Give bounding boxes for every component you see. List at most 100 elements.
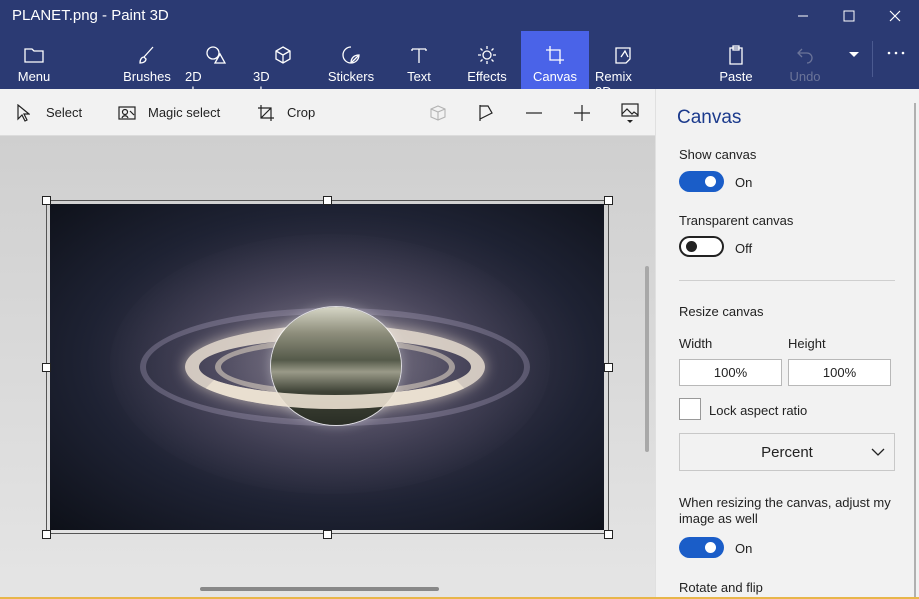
resize-handle-left[interactable] [42,363,51,372]
2d-shapes-icon [206,46,226,64]
sticker-icon [342,46,360,64]
horizontal-scrollbar[interactable] [200,587,439,591]
select-tool-label: Select [46,105,83,120]
resize-canvas-title: Resize canvas [679,304,764,319]
ribbon: Menu Brushes 2D shapes 3D shapes Sticker… [0,31,919,99]
ribbon-remix3d-button[interactable]: Remix 3D [595,31,651,99]
show-canvas-label: Show canvas [679,147,757,162]
ring-front [185,325,485,409]
ribbon-label: Menu [17,69,51,84]
ribbon-effects-button[interactable]: Effects [463,31,511,89]
resize-handle-top-left[interactable] [42,196,51,205]
resize-handle-right[interactable] [604,363,613,372]
chevron-down-icon [871,448,885,456]
ribbon-3d-shapes-button[interactable]: 3D shapes [253,31,313,99]
height-label: Height [788,336,826,351]
window-title: PLANET.png - Paint 3D [12,7,169,24]
ribbon-stickers-button[interactable]: Stickers [324,31,378,89]
transparent-canvas-state: Off [735,241,753,256]
zoom-in-button[interactable] [570,101,594,125]
unit-select-value: Percent [761,443,813,461]
transparent-canvas-label: Transparent canvas [679,213,794,228]
ribbon-canvas-button[interactable]: Canvas [521,31,589,89]
resize-handle-bottom[interactable] [323,530,332,539]
ribbon-2d-shapes-button[interactable]: 2D shapes [185,31,245,99]
resize-handle-top-right[interactable] [604,196,613,205]
width-label: Width [679,336,713,351]
image-icon [621,103,639,123]
panel-divider [679,280,895,281]
panel-scrollbar[interactable] [914,103,916,599]
folder-icon [24,48,44,63]
brush-icon [139,46,154,64]
unit-select[interactable]: Percent [679,433,895,471]
crop-tool[interactable]: Crop [257,89,315,136]
adjust-image-toggle[interactable] [679,537,724,558]
minus-icon [526,112,542,114]
ribbon-label: Paste [719,69,753,84]
width-field[interactable]: 100% [679,359,782,386]
crop-icon [258,104,274,121]
adjust-image-label: When resizing the canvas, adjust my imag… [679,495,891,526]
resize-handle-bottom-right[interactable] [604,530,613,539]
canvas-workspace[interactable] [0,136,655,599]
minimize-icon [798,15,808,16]
sun-icon [478,46,496,64]
magic-select-label: Magic select [148,105,221,120]
title-bar: PLANET.png - Paint 3D [0,0,919,31]
ribbon-menu-button[interactable]: Menu [4,31,64,89]
ribbon-paste-button[interactable]: Paste [712,31,760,89]
paste-icon [729,45,743,65]
ribbon-undo-button[interactable]: Undo [782,31,828,89]
text-icon [411,48,427,63]
ribbon-label: Canvas [532,69,578,84]
magic-select-tool[interactable]: Magic select [118,89,220,136]
image-view-button[interactable] [618,101,642,125]
ribbon-label: Effects [467,69,507,84]
show-canvas-toggle[interactable] [679,171,724,192]
show-canvas-state: On [735,175,753,190]
canvas-toolbar: Select Magic select Crop [0,89,655,136]
remix-icon [615,47,631,64]
crop-tool-label: Crop [287,105,316,120]
3d-view-icon [430,105,446,121]
flag-icon [479,105,493,121]
resize-handle-top[interactable] [323,196,332,205]
flip-button[interactable] [474,101,498,125]
ribbon-label: Stickers [327,69,375,84]
minimize-button[interactable] [780,0,826,31]
lock-aspect-checkbox[interactable] [679,398,701,420]
vertical-scrollbar[interactable] [645,266,649,452]
ribbon-dropdown-button[interactable] [842,31,866,89]
ribbon-label: Undo [789,69,821,84]
ribbon-divider [872,41,873,77]
ribbon-label: Brushes [123,69,171,84]
more-icon [887,51,905,55]
zoom-out-button[interactable] [522,101,546,125]
transparent-canvas-toggle[interactable] [679,236,724,257]
cursor-icon [17,103,30,122]
3d-view-button[interactable] [426,101,450,125]
plus-icon [574,105,590,121]
maximize-button[interactable] [826,0,872,31]
height-field[interactable]: 100% [788,359,891,386]
adjust-image-state: On [735,541,753,556]
ribbon-label: Text [407,69,431,84]
close-icon [889,10,901,21]
ribbon-more-button[interactable] [880,31,912,89]
ribbon-brushes-button[interactable]: Brushes [118,31,176,89]
undo-icon [797,48,813,64]
rotate-flip-title: Rotate and flip [679,580,763,595]
chevron-down-icon [849,52,859,57]
select-tool[interactable]: Select [16,89,82,136]
planet-image [50,204,604,530]
magic-select-icon [118,105,136,120]
maximize-icon [843,10,855,21]
resize-handle-bottom-left[interactable] [42,530,51,539]
canvas-panel: Canvas Show canvas On Transparent canvas… [655,89,919,599]
cube-icon [275,46,291,64]
canvas-icon [546,46,564,64]
panel-title: Canvas [677,107,742,128]
ribbon-text-button[interactable]: Text [396,31,442,89]
close-button[interactable] [872,0,918,31]
